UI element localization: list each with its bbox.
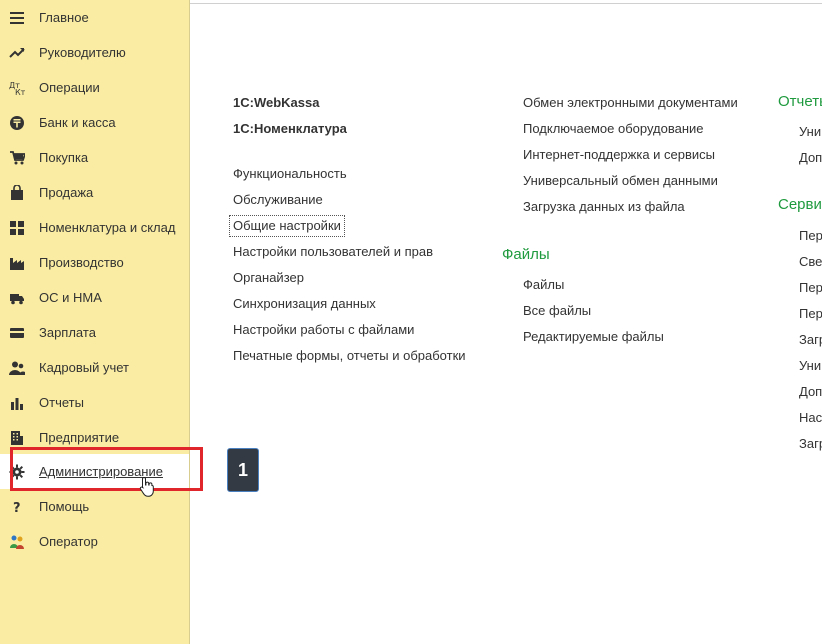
- services-link-4[interactable]: Пер: [799, 306, 822, 322]
- sidebar-item-label: Кадровый учет: [39, 360, 129, 375]
- internet-support-link[interactable]: Интернет-поддержка и сервисы: [523, 147, 715, 163]
- editable-files-link[interactable]: Редактируемые файлы: [523, 329, 664, 345]
- sidebar-item-reports[interactable]: Отчеты: [0, 385, 189, 420]
- step-badge: 1: [227, 448, 259, 492]
- universal-exchange-link[interactable]: Универсальный обмен данными: [523, 173, 718, 189]
- sidebar-item-main[interactable]: Главное: [0, 0, 189, 35]
- sidebar-item-label: Руководителю: [39, 45, 126, 60]
- services-link-2[interactable]: Све: [799, 254, 822, 270]
- sidebar-item-fixed-assets[interactable]: ОС и НМА: [0, 280, 189, 315]
- sidebar-item-label: ОС и НМА: [39, 290, 102, 305]
- sidebar-item-label: Производство: [39, 255, 124, 270]
- svg-text:?: ?: [13, 501, 21, 515]
- sidebar-item-label: Оператор: [39, 534, 98, 549]
- grid-blocks-icon: [8, 219, 26, 237]
- file-settings-link[interactable]: Настройки работы с файлами: [233, 322, 414, 338]
- data-import-link[interactable]: Загрузка данных из файла: [523, 199, 685, 215]
- files-section-title: Файлы: [502, 246, 550, 263]
- sidebar-item-label: Предприятие: [39, 430, 120, 445]
- gear-icon: [8, 463, 26, 481]
- nomenclature-link[interactable]: 1С:Номенклатура: [233, 121, 347, 137]
- debit-credit-icon: Дт Кт: [8, 79, 26, 97]
- user-rights-settings-link[interactable]: Настройки пользователей и прав: [233, 244, 433, 260]
- people-icon: [8, 359, 26, 377]
- tenge-coin-icon: [8, 114, 26, 132]
- sidebar-item-label: Зарплата: [39, 325, 96, 340]
- trend-chart-icon: [8, 44, 26, 62]
- sidebar-item-label: Продажа: [39, 185, 94, 200]
- sidebar-item-production[interactable]: Производство: [0, 245, 189, 280]
- sidebar-item-nomenclature[interactable]: Номенклатура и склад: [0, 210, 189, 245]
- sidebar-item-label: Главное: [39, 10, 89, 25]
- building-icon: [8, 429, 26, 447]
- services-section-title: Серви: [778, 196, 822, 213]
- services-link-3[interactable]: Пер: [799, 280, 822, 296]
- data-sync-link[interactable]: Синхронизация данных: [233, 296, 376, 312]
- shopping-cart-icon: [8, 149, 26, 167]
- sidebar-item-hr[interactable]: Кадровый учет: [0, 350, 189, 385]
- sidebar-item-label: Номенклатура и склад: [39, 220, 176, 235]
- bar-chart-icon: [8, 394, 26, 412]
- svg-text:Кт: Кт: [15, 88, 25, 96]
- sidebar-item-salary[interactable]: Зарплата: [0, 315, 189, 350]
- sidebar-item-label: Покупка: [39, 150, 89, 165]
- sidebar-item-label: Операции: [39, 80, 100, 95]
- services-link-9[interactable]: Загр: [799, 436, 822, 452]
- sidebar-item-operator[interactable]: Оператор: [0, 524, 189, 559]
- all-files-link[interactable]: Все файлы: [523, 303, 591, 319]
- factory-icon: [8, 254, 26, 272]
- services-link-8[interactable]: Нас: [799, 410, 822, 426]
- reports-link-1[interactable]: Уни: [799, 124, 821, 140]
- question-icon: ?: [8, 498, 26, 516]
- webkassa-link[interactable]: 1С:WebKassa: [233, 95, 319, 111]
- sidebar-item-sales[interactable]: Продажа: [0, 175, 189, 210]
- sidebar-item-manager[interactable]: Руководителю: [0, 35, 189, 70]
- maintenance-link[interactable]: Обслуживание: [233, 192, 323, 208]
- print-forms-link[interactable]: Печатные формы, отчеты и обработки: [233, 348, 466, 364]
- services-link-5[interactable]: Загр: [799, 332, 822, 348]
- sidebar-item-help[interactable]: ? Помощь: [0, 489, 189, 524]
- sidebar-item-label: Помощь: [39, 499, 90, 514]
- sidebar-item-label: Отчеты: [39, 395, 84, 410]
- wallet-card-icon: [8, 324, 26, 342]
- equipment-link[interactable]: Подключаемое оборудование: [523, 121, 704, 137]
- sidebar-item-purchase[interactable]: Покупка: [0, 140, 189, 175]
- sidebar-item-enterprise[interactable]: Предприятие: [0, 420, 189, 455]
- hand-cursor-icon: [139, 476, 154, 497]
- sidebar-nav: Главное Руководителю Дт Кт Операции Банк …: [0, 0, 190, 644]
- services-link-1[interactable]: Пер: [799, 228, 822, 244]
- reports-link-2[interactable]: Доп: [799, 150, 822, 166]
- edi-link[interactable]: Обмен электронными документами: [523, 95, 738, 111]
- sidebar-item-bank[interactable]: Банк и касса: [0, 105, 189, 140]
- sidebar-item-label: Банк и касса: [39, 115, 116, 130]
- sidebar-item-operations[interactable]: Дт Кт Операции: [0, 70, 189, 105]
- files-link[interactable]: Файлы: [523, 277, 564, 293]
- menu-lines-icon: [8, 9, 26, 27]
- general-settings-link[interactable]: Общие настройки: [229, 215, 345, 237]
- reports-section-title: Отчеты: [778, 93, 822, 110]
- functionality-link[interactable]: Функциональность: [233, 166, 347, 182]
- sidebar-item-administration[interactable]: Администрирование: [0, 454, 189, 489]
- truck-icon: [8, 289, 26, 307]
- shopping-bag-icon: [8, 184, 26, 202]
- services-link-7[interactable]: Доп: [799, 384, 822, 400]
- content-top-divider: [190, 3, 822, 4]
- services-link-6[interactable]: Уни: [799, 358, 821, 374]
- organizer-link[interactable]: Органайзер: [233, 270, 304, 286]
- operator-icon: [8, 533, 26, 551]
